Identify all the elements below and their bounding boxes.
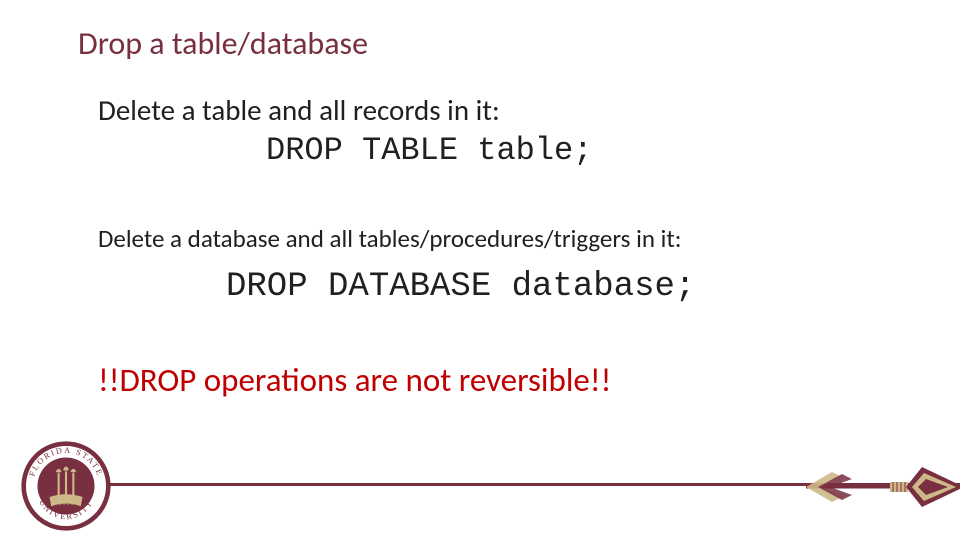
warning-text: !!DROP operations are not reversible!! xyxy=(98,360,900,400)
seal-year: 1851 xyxy=(58,497,75,506)
intro-drop-table: Delete a table and all records in it: xyxy=(98,92,900,128)
slide-title: Drop a table/database xyxy=(78,24,368,63)
spear-icon xyxy=(806,452,960,522)
intro-drop-database: Delete a database and all tables/procedu… xyxy=(98,223,900,254)
slide: Drop a table/database Delete a table and… xyxy=(0,0,960,540)
code-drop-table: DROP TABLE table; xyxy=(266,132,900,169)
code-drop-database: DROP DATABASE database; xyxy=(226,268,900,306)
fsu-seal-icon: FLORIDA STATE UNIVERSITY 1851 xyxy=(20,440,112,532)
slide-body: Delete a table and all records in it: DR… xyxy=(98,92,900,400)
